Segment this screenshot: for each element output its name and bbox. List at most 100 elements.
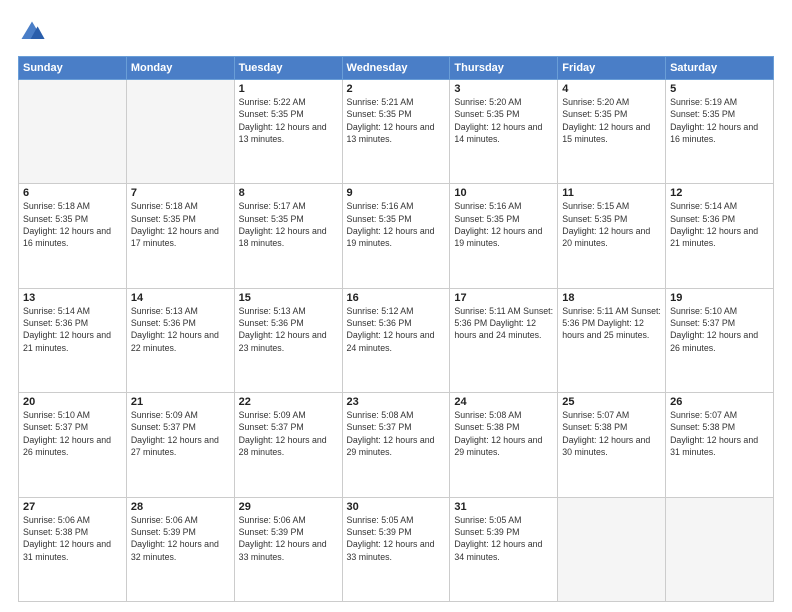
day-info: Sunrise: 5:19 AM Sunset: 5:35 PM Dayligh… [670, 96, 769, 145]
day-number: 25 [562, 396, 661, 408]
calendar-day-cell: 28Sunrise: 5:06 AM Sunset: 5:39 PM Dayli… [126, 497, 234, 601]
calendar-day-cell: 31Sunrise: 5:05 AM Sunset: 5:39 PM Dayli… [450, 497, 558, 601]
calendar-day-cell: 13Sunrise: 5:14 AM Sunset: 5:36 PM Dayli… [19, 288, 127, 392]
day-number: 3 [454, 83, 553, 95]
day-number: 31 [454, 501, 553, 513]
day-info: Sunrise: 5:13 AM Sunset: 5:36 PM Dayligh… [131, 305, 230, 354]
calendar-day-cell: 8Sunrise: 5:17 AM Sunset: 5:35 PM Daylig… [234, 184, 342, 288]
day-info: Sunrise: 5:18 AM Sunset: 5:35 PM Dayligh… [23, 200, 122, 249]
calendar-day-cell: 14Sunrise: 5:13 AM Sunset: 5:36 PM Dayli… [126, 288, 234, 392]
day-number: 21 [131, 396, 230, 408]
day-info: Sunrise: 5:12 AM Sunset: 5:36 PM Dayligh… [347, 305, 446, 354]
calendar-day-cell: 22Sunrise: 5:09 AM Sunset: 5:37 PM Dayli… [234, 393, 342, 497]
header [18, 18, 774, 46]
calendar-day-cell: 9Sunrise: 5:16 AM Sunset: 5:35 PM Daylig… [342, 184, 450, 288]
day-info: Sunrise: 5:10 AM Sunset: 5:37 PM Dayligh… [23, 409, 122, 458]
calendar-day-cell [666, 497, 774, 601]
day-info: Sunrise: 5:06 AM Sunset: 5:39 PM Dayligh… [239, 514, 338, 563]
day-number: 13 [23, 292, 122, 304]
day-number: 18 [562, 292, 661, 304]
day-info: Sunrise: 5:14 AM Sunset: 5:36 PM Dayligh… [670, 200, 769, 249]
calendar-week-row: 6Sunrise: 5:18 AM Sunset: 5:35 PM Daylig… [19, 184, 774, 288]
day-info: Sunrise: 5:06 AM Sunset: 5:39 PM Dayligh… [131, 514, 230, 563]
day-info: Sunrise: 5:11 AM Sunset: 5:36 PM Dayligh… [562, 305, 661, 342]
calendar-day-cell: 12Sunrise: 5:14 AM Sunset: 5:36 PM Dayli… [666, 184, 774, 288]
calendar-day-cell [126, 80, 234, 184]
day-number: 10 [454, 187, 553, 199]
day-info: Sunrise: 5:11 AM Sunset: 5:36 PM Dayligh… [454, 305, 553, 342]
day-info: Sunrise: 5:22 AM Sunset: 5:35 PM Dayligh… [239, 96, 338, 145]
day-info: Sunrise: 5:09 AM Sunset: 5:37 PM Dayligh… [131, 409, 230, 458]
day-number: 7 [131, 187, 230, 199]
calendar-day-cell: 18Sunrise: 5:11 AM Sunset: 5:36 PM Dayli… [558, 288, 666, 392]
day-info: Sunrise: 5:18 AM Sunset: 5:35 PM Dayligh… [131, 200, 230, 249]
day-info: Sunrise: 5:07 AM Sunset: 5:38 PM Dayligh… [562, 409, 661, 458]
day-number: 23 [347, 396, 446, 408]
calendar-day-cell: 17Sunrise: 5:11 AM Sunset: 5:36 PM Dayli… [450, 288, 558, 392]
day-of-week-header: Saturday [666, 57, 774, 80]
calendar-day-cell: 6Sunrise: 5:18 AM Sunset: 5:35 PM Daylig… [19, 184, 127, 288]
calendar-week-row: 13Sunrise: 5:14 AM Sunset: 5:36 PM Dayli… [19, 288, 774, 392]
day-number: 9 [347, 187, 446, 199]
calendar-day-cell: 29Sunrise: 5:06 AM Sunset: 5:39 PM Dayli… [234, 497, 342, 601]
calendar-day-cell: 30Sunrise: 5:05 AM Sunset: 5:39 PM Dayli… [342, 497, 450, 601]
day-info: Sunrise: 5:16 AM Sunset: 5:35 PM Dayligh… [454, 200, 553, 249]
calendar-day-cell: 16Sunrise: 5:12 AM Sunset: 5:36 PM Dayli… [342, 288, 450, 392]
day-number: 20 [23, 396, 122, 408]
calendar-day-cell: 27Sunrise: 5:06 AM Sunset: 5:38 PM Dayli… [19, 497, 127, 601]
day-number: 8 [239, 187, 338, 199]
logo-icon [18, 18, 46, 46]
day-number: 29 [239, 501, 338, 513]
day-info: Sunrise: 5:05 AM Sunset: 5:39 PM Dayligh… [454, 514, 553, 563]
day-number: 30 [347, 501, 446, 513]
day-of-week-header: Friday [558, 57, 666, 80]
calendar-week-row: 20Sunrise: 5:10 AM Sunset: 5:37 PM Dayli… [19, 393, 774, 497]
day-of-week-header: Thursday [450, 57, 558, 80]
day-number: 15 [239, 292, 338, 304]
day-info: Sunrise: 5:20 AM Sunset: 5:35 PM Dayligh… [562, 96, 661, 145]
day-number: 1 [239, 83, 338, 95]
calendar-day-cell: 10Sunrise: 5:16 AM Sunset: 5:35 PM Dayli… [450, 184, 558, 288]
calendar-day-cell: 7Sunrise: 5:18 AM Sunset: 5:35 PM Daylig… [126, 184, 234, 288]
day-number: 2 [347, 83, 446, 95]
day-number: 12 [670, 187, 769, 199]
day-of-week-header: Monday [126, 57, 234, 80]
day-number: 28 [131, 501, 230, 513]
calendar-day-cell: 5Sunrise: 5:19 AM Sunset: 5:35 PM Daylig… [666, 80, 774, 184]
calendar-day-cell: 23Sunrise: 5:08 AM Sunset: 5:37 PM Dayli… [342, 393, 450, 497]
day-number: 6 [23, 187, 122, 199]
calendar-day-cell: 4Sunrise: 5:20 AM Sunset: 5:35 PM Daylig… [558, 80, 666, 184]
calendar: SundayMondayTuesdayWednesdayThursdayFrid… [18, 56, 774, 602]
logo [18, 18, 50, 46]
calendar-day-cell: 24Sunrise: 5:08 AM Sunset: 5:38 PM Dayli… [450, 393, 558, 497]
day-number: 22 [239, 396, 338, 408]
calendar-week-row: 1Sunrise: 5:22 AM Sunset: 5:35 PM Daylig… [19, 80, 774, 184]
calendar-day-cell [19, 80, 127, 184]
calendar-week-row: 27Sunrise: 5:06 AM Sunset: 5:38 PM Dayli… [19, 497, 774, 601]
calendar-day-cell: 11Sunrise: 5:15 AM Sunset: 5:35 PM Dayli… [558, 184, 666, 288]
day-number: 27 [23, 501, 122, 513]
calendar-day-cell: 19Sunrise: 5:10 AM Sunset: 5:37 PM Dayli… [666, 288, 774, 392]
day-number: 24 [454, 396, 553, 408]
page: SundayMondayTuesdayWednesdayThursdayFrid… [0, 0, 792, 612]
calendar-day-cell: 25Sunrise: 5:07 AM Sunset: 5:38 PM Dayli… [558, 393, 666, 497]
day-info: Sunrise: 5:16 AM Sunset: 5:35 PM Dayligh… [347, 200, 446, 249]
day-info: Sunrise: 5:17 AM Sunset: 5:35 PM Dayligh… [239, 200, 338, 249]
day-info: Sunrise: 5:14 AM Sunset: 5:36 PM Dayligh… [23, 305, 122, 354]
day-info: Sunrise: 5:15 AM Sunset: 5:35 PM Dayligh… [562, 200, 661, 249]
calendar-day-cell: 1Sunrise: 5:22 AM Sunset: 5:35 PM Daylig… [234, 80, 342, 184]
calendar-day-cell: 2Sunrise: 5:21 AM Sunset: 5:35 PM Daylig… [342, 80, 450, 184]
day-number: 17 [454, 292, 553, 304]
day-number: 16 [347, 292, 446, 304]
day-info: Sunrise: 5:20 AM Sunset: 5:35 PM Dayligh… [454, 96, 553, 145]
day-number: 14 [131, 292, 230, 304]
calendar-day-cell: 3Sunrise: 5:20 AM Sunset: 5:35 PM Daylig… [450, 80, 558, 184]
day-number: 19 [670, 292, 769, 304]
day-info: Sunrise: 5:13 AM Sunset: 5:36 PM Dayligh… [239, 305, 338, 354]
day-info: Sunrise: 5:06 AM Sunset: 5:38 PM Dayligh… [23, 514, 122, 563]
day-info: Sunrise: 5:21 AM Sunset: 5:35 PM Dayligh… [347, 96, 446, 145]
day-of-week-header: Tuesday [234, 57, 342, 80]
day-of-week-header: Wednesday [342, 57, 450, 80]
day-number: 5 [670, 83, 769, 95]
day-number: 26 [670, 396, 769, 408]
